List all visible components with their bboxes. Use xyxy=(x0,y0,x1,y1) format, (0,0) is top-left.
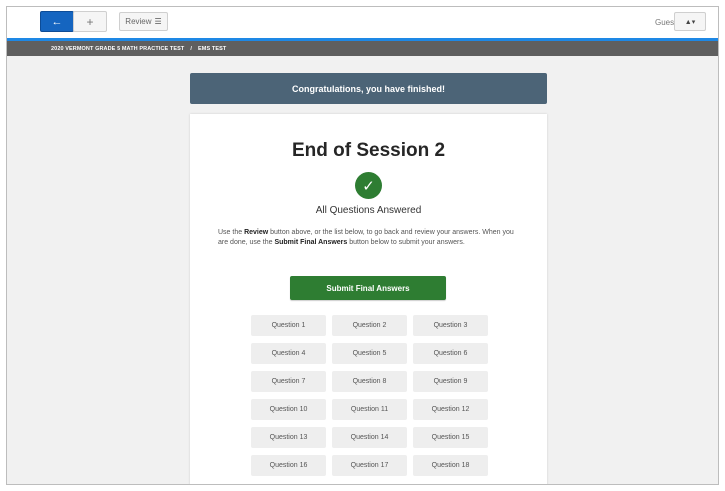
question-button[interactable]: Question 11 xyxy=(332,399,407,420)
question-button[interactable]: Question 7 xyxy=(251,371,326,392)
back-button[interactable]: ← xyxy=(40,11,74,32)
review-label: Review xyxy=(125,17,152,26)
question-button[interactable]: Question 9 xyxy=(413,371,488,392)
instructions-bold: Submit Final Answers xyxy=(274,239,348,246)
completion-banner: Congratulations, you have finished! xyxy=(190,73,547,104)
instructions-text: Use the Review button above, or the list… xyxy=(218,228,522,248)
instructions-part: button below to submit your answers. xyxy=(347,239,465,246)
review-button[interactable]: Review ☰ xyxy=(119,12,168,31)
question-button[interactable]: Question 6 xyxy=(413,343,488,364)
question-button[interactable]: Question 5 xyxy=(332,343,407,364)
instructions-bold: Review xyxy=(244,229,269,236)
question-button[interactable]: Question 2 xyxy=(332,315,407,336)
breadcrumb: 2020 VERMONT GRADE 5 MATH PRACTICE TEST … xyxy=(7,41,718,56)
question-button[interactable]: Question 3 xyxy=(413,315,488,336)
arrow-left-icon: ← xyxy=(51,15,63,28)
question-button[interactable]: Question 13 xyxy=(251,427,326,448)
page-title: End of Session 2 xyxy=(291,140,446,161)
breadcrumb-separator: / xyxy=(190,45,193,52)
user-icon: ▲▾ xyxy=(684,18,696,26)
question-button[interactable]: Question 17 xyxy=(332,455,407,476)
question-button[interactable]: Question 12 xyxy=(413,399,488,420)
submit-final-answers-button[interactable]: Submit Final Answers xyxy=(290,276,446,300)
add-button[interactable]: + xyxy=(73,11,107,32)
breadcrumb-test-name: 2020 VERMONT GRADE 5 MATH PRACTICE TEST xyxy=(51,45,185,52)
question-button[interactable]: Question 18 xyxy=(413,455,488,476)
top-toolbar: ← + Review ☰ Guest ▲▾ xyxy=(7,7,718,38)
breadcrumb-session: EMS TEST xyxy=(198,45,227,52)
question-button[interactable]: Question 16 xyxy=(251,455,326,476)
question-button[interactable]: Question 14 xyxy=(332,427,407,448)
banner-text: Congratulations, you have finished! xyxy=(291,83,445,94)
question-button[interactable]: Question 10 xyxy=(251,399,326,420)
question-button[interactable]: Question 15 xyxy=(413,427,488,448)
instructions-part: Use the xyxy=(218,229,245,236)
status-text: All Questions Answered xyxy=(315,205,422,216)
list-icon: ☰ xyxy=(154,17,162,26)
user-menu-button[interactable]: ▲▾ xyxy=(674,12,706,31)
question-grid: Question 1 Question 2 Question 3 Questio… xyxy=(251,315,491,476)
question-button[interactable]: Question 8 xyxy=(332,371,407,392)
submit-label: Submit Final Answers xyxy=(326,283,410,293)
question-button[interactable]: Question 4 xyxy=(251,343,326,364)
check-icon: ✓ xyxy=(362,177,375,195)
question-button[interactable]: Question 1 xyxy=(251,315,326,336)
app-window: ← + Review ☰ Guest ▲▾ 2020 VERMONT GRADE… xyxy=(6,6,719,485)
plus-icon: + xyxy=(86,14,94,29)
check-circle-icon: ✓ xyxy=(355,172,382,199)
session-card: End of Session 2 ✓ All Questions Answere… xyxy=(190,114,547,484)
